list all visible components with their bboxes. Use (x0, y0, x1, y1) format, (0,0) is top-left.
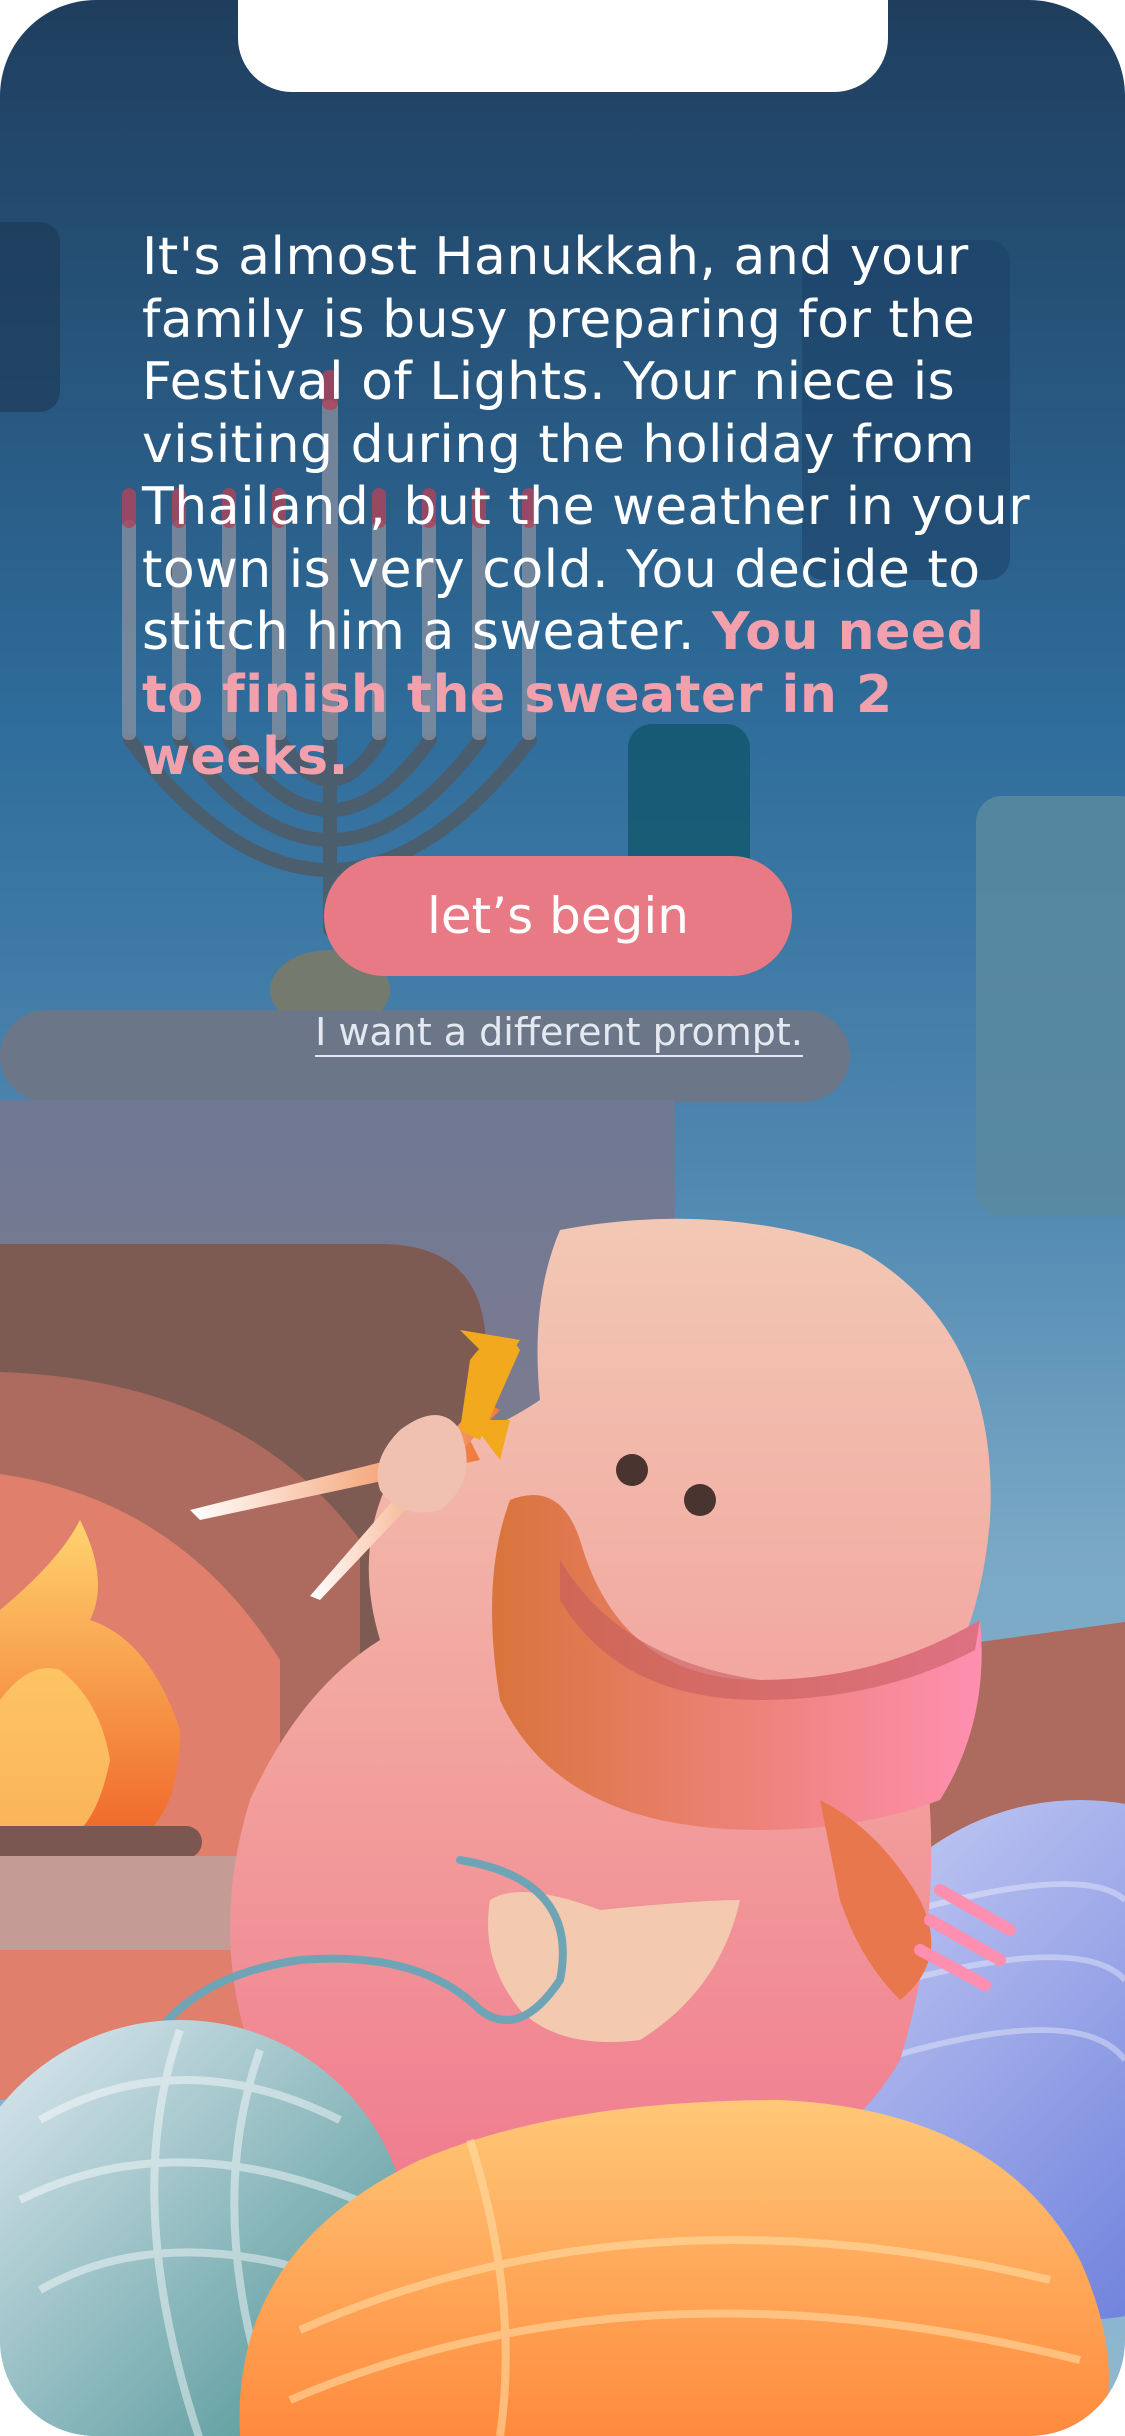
device-notch (238, 0, 888, 92)
background-panel-right (976, 796, 1125, 1216)
prompt-text: It's almost Hanukkah, and your family is… (142, 226, 1042, 789)
prompt-intro: It's almost Hanukkah, and your family is… (142, 227, 1031, 662)
app-screen: It's almost Hanukkah, and your family is… (0, 0, 1125, 2436)
fireplace-hearth (0, 1826, 202, 1858)
background-shelf-left (0, 222, 60, 412)
character-eye-left (616, 1454, 648, 1486)
character-eye-right (684, 1484, 716, 1516)
different-prompt-link[interactable]: I want a different prompt. (312, 1010, 806, 1054)
hearth-floor (0, 1856, 260, 1950)
lets-begin-button[interactable]: let’s begin (324, 856, 792, 976)
